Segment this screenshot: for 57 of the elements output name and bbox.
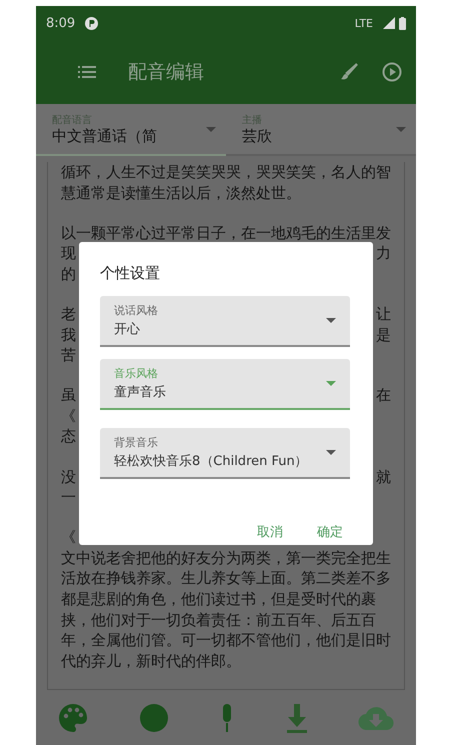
text-line: 代的弃儿，新时代的伴郎。 [61,650,241,672]
dropdown-caret-icon [206,126,216,132]
menu-icon[interactable] [78,66,96,78]
palette-icon[interactable] [58,702,88,732]
brush-icon[interactable] [340,63,358,81]
status-time: 8:09 [46,16,76,30]
text-line: 没 [61,466,76,488]
network-label: LTE [354,16,373,30]
field-label: 说话风格 [114,303,159,318]
field-value: 轻松欢快音乐8（Children Fun） [114,453,309,470]
dialog-button[interactable]: 确定 [315,519,345,545]
text-line: 循环，人生不过是笑笑哭哭，哭哭笑笑，名人的智 [61,162,391,183]
text-line: 《 [61,527,76,548]
text-line: 就 [376,466,391,488]
selector-value: 中文普通话（简 [52,126,158,146]
text-line: 现 [61,243,76,264]
cloud-download-icon[interactable] [358,704,394,730]
play-icon[interactable] [382,62,402,82]
screen-title: 配音编辑 [128,60,205,85]
dropdown-field[interactable]: 音乐风格 童声音乐 [100,359,350,410]
text-line: 苦 [61,345,76,366]
dropdown-field[interactable]: 说话风格 开心 [100,296,350,347]
field-value: 开心 [114,321,141,338]
text-line: 老 [61,304,76,325]
dropdown-caret-icon [326,450,336,455]
circle-icon[interactable] [138,702,168,732]
field-label: 背景音乐 [114,435,159,450]
notification-icon [85,16,98,30]
text-line: 是 [376,324,391,346]
text-line: 虽 [61,385,76,406]
text-line: 让 [376,304,391,325]
dropdown-caret-icon [326,318,336,323]
battery-icon [399,16,406,30]
field-value: 童声音乐 [114,384,167,401]
signal-icon [383,17,395,29]
dropdown-caret-icon [326,381,336,386]
text-line: 慧通常是读懂生活以后，淡然处世。 [61,182,301,204]
text-line: 年，全属他们管。可一切都不管他们，他们是旧时 [61,630,391,651]
text-line: 文中说老舍把他的好友分为两类，第一类完全把生 [61,548,391,568]
dropdown-caret-icon [396,126,406,132]
dialog-button[interactable]: 取消 [255,519,285,545]
text-line: 挟，他们对于一切负着责任：前五百年、后五百 [61,610,376,630]
dropdown-field[interactable]: 背景音乐 轻松欢快音乐8（Children Fun） [100,428,350,479]
text-line: 在 [376,385,391,406]
text-line: 活放在挣钱养家。生儿养女等上面。第二类差不多 [61,568,391,589]
text-line: 都是悲剧的角色，他们读过书，但是受时代的裹 [61,589,376,610]
text-line: 我 [61,324,76,346]
selector-value: 芸欣 [242,126,273,146]
text-line: 《 [61,406,76,426]
dialog-title: 个性设置 [100,264,161,283]
download-icon[interactable] [286,702,308,732]
text-line: 力 [376,243,391,264]
text-line: 以一颗平常心过平常日子，在一地鸡毛的生活里发 [61,222,391,244]
text-line: 态 [61,426,76,448]
text-line: 的 [61,264,76,284]
text-line: 一 [61,487,76,508]
field-label: 音乐风格 [114,366,159,381]
